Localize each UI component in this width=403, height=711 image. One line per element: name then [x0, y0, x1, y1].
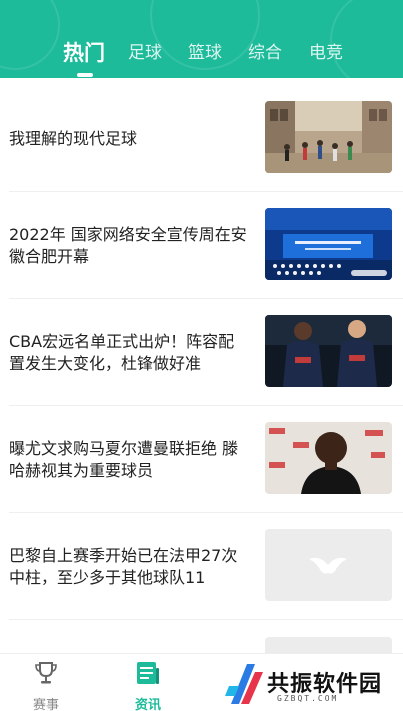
image-placeholder — [265, 529, 392, 601]
tab-esports[interactable]: 电竞 — [309, 38, 343, 68]
news-item[interactable]: 2022年 国家网络安全宣传周在安徽合肥开幕 — [0, 192, 403, 299]
news-title: 我理解的现代足球 — [9, 128, 138, 148]
footballer-portrait-photo — [265, 422, 392, 494]
active-tab-indicator — [77, 73, 93, 77]
news-title: 曝尤文求购马夏尔遭曼联拒绝 滕哈赫视其为重要球员 — [9, 438, 239, 480]
news-title: CBA宏远名单正式出炉！阵容配置发生大变化，杜锋做好准 — [9, 331, 235, 373]
news-item[interactable]: 巴黎自上赛季开始已在法甲27次中柱，至少多于其他球队11 — [0, 513, 403, 620]
tab-hot[interactable]: 热门 — [63, 38, 105, 68]
tab-football[interactable]: 足球 — [128, 38, 162, 68]
news-title: 巴黎自上赛季开始已在法甲27次中柱，至少多于其他球队11 — [9, 545, 238, 587]
nav-news-label: 资讯 — [134, 698, 161, 711]
watermark-logo: 共振软件园 GZBQT.COM — [225, 662, 395, 708]
category-tabs: 热门 足球 篮球 综合 电竞 — [0, 38, 403, 72]
tab-basketball[interactable]: 篮球 — [188, 38, 222, 68]
news-title: 2022年 国家网络安全宣传周在安徽合肥开幕 — [9, 224, 247, 266]
watermark-icon — [225, 664, 263, 704]
news-icon — [136, 660, 160, 686]
news-item[interactable]: 我理解的现代足球 — [0, 85, 403, 192]
trophy-icon — [34, 660, 58, 686]
conference-hall-photo — [265, 208, 392, 280]
top-header: 热门 足球 篮球 综合 电竞 — [0, 0, 403, 78]
nav-events-label: 赛事 — [32, 698, 59, 711]
nav-events[interactable]: 赛事 — [6, 654, 86, 711]
news-item[interactable]: 曝尤文求购马夏尔遭曼联拒绝 滕哈赫视其为重要球员 — [0, 406, 403, 513]
street-football-photo — [265, 101, 392, 173]
basketball-players-photo — [265, 315, 392, 387]
tab-general[interactable]: 综合 — [248, 38, 282, 68]
nav-news[interactable]: 资讯 — [108, 654, 188, 711]
news-item[interactable]: CBA宏远名单正式出炉！阵容配置发生大变化，杜锋做好准 — [0, 299, 403, 406]
watermark-url: GZBQT.COM — [277, 694, 339, 703]
